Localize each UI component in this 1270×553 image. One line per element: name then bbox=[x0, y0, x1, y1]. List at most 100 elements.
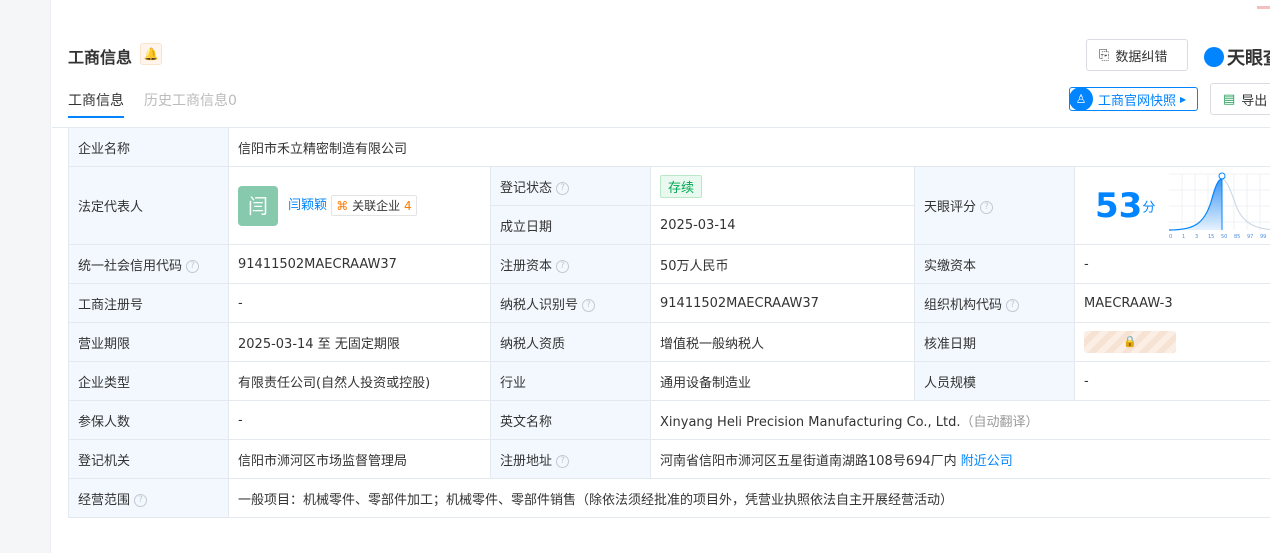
avatar[interactable]: 闫 bbox=[238, 185, 278, 226]
org-code-label-text: 组织机构代码 bbox=[924, 297, 1003, 313]
stamp-icon: ♙ bbox=[1069, 87, 1093, 111]
reg-capital-value: 50万人民币 bbox=[650, 244, 915, 284]
left-sidebar bbox=[0, 0, 51, 553]
help-icon[interactable]: ? bbox=[980, 201, 994, 214]
reg-capital-label: 注册资本? bbox=[490, 244, 651, 284]
legal-rep-label: 法定代表人 bbox=[68, 166, 229, 245]
score-unit: 分 bbox=[1142, 200, 1156, 215]
approval-date-cell: 🔒 bbox=[1073, 322, 1270, 362]
term-label: 营业期限 bbox=[68, 322, 229, 362]
legal-rep-link[interactable]: 闫颖颖 bbox=[288, 198, 327, 213]
org-code-value: MAECRAAW-3 bbox=[1073, 283, 1270, 323]
logo-text: 天眼查 bbox=[1227, 48, 1270, 69]
data-correction-label: 数据纠错 bbox=[1115, 49, 1168, 65]
score-value: 53 bbox=[1095, 185, 1143, 226]
score-distribution-chart: 0131550859799100 bbox=[1169, 172, 1270, 240]
scope-label-text: 经营范围 bbox=[78, 492, 131, 508]
en-name-value: Xinyang Heli Precision Manufacturing Co.… bbox=[660, 414, 961, 430]
help-icon[interactable]: ? bbox=[556, 259, 570, 273]
nearby-companies-link[interactable]: 附近公司 bbox=[961, 454, 1013, 469]
founded-label: 成立日期 bbox=[490, 205, 651, 245]
type-label: 企业类型 bbox=[68, 361, 229, 401]
credit-code-value: 91411502MAECRAAW37 bbox=[228, 244, 491, 284]
industry-label: 行业 bbox=[490, 361, 651, 401]
bell-icon[interactable]: 🔔 bbox=[140, 43, 162, 65]
credit-code-label: 统一社会信用代码? bbox=[68, 244, 229, 284]
network-icon: ⌘ bbox=[336, 199, 349, 213]
reg-status-label-text: 登记状态 bbox=[500, 180, 553, 196]
table-row: 企业类型 有限责任公司(自然人投资或控股) 行业 通用设备制造业 人员规模 - bbox=[68, 361, 1270, 401]
scope-label: 经营范围? bbox=[68, 478, 229, 518]
score-tick-label: 97 bbox=[1247, 234, 1253, 240]
status-badge: 存续 bbox=[660, 174, 703, 198]
corner-mark bbox=[1257, 6, 1270, 9]
industry-value: 通用设备制造业 bbox=[650, 361, 915, 401]
type-value: 有限责任公司(自然人投资或控股) bbox=[228, 361, 491, 401]
help-icon[interactable]: ? bbox=[582, 298, 596, 312]
export-button[interactable]: ▤ 导出 bbox=[1210, 83, 1270, 115]
term-value: 2025-03-14 至 无固定期限 bbox=[228, 322, 491, 362]
address-label: 注册地址? bbox=[490, 439, 651, 479]
table-row: 登记机关 信阳市浉河区市场监督管理局 注册地址? 河南省信阳市浉河区五星街道南湖… bbox=[68, 439, 1270, 479]
score-tick-label: 15 bbox=[1208, 234, 1214, 240]
score-tick-label: 1 bbox=[1182, 234, 1185, 240]
taxpayer-qual-label: 纳税人资质 bbox=[490, 322, 651, 362]
score-ticks: 0131550859799100 bbox=[1169, 234, 1266, 240]
help-icon[interactable]: ? bbox=[134, 493, 148, 507]
help-icon[interactable]: ? bbox=[556, 454, 570, 468]
table-row: 营业期限 2025-03-14 至 无固定期限 纳税人资质 增值税一般纳税人 核… bbox=[68, 322, 1270, 362]
related-count: 4 bbox=[403, 199, 412, 213]
staff-label: 人员规模 bbox=[914, 361, 1075, 401]
table-row: 企业名称 信阳市禾立精密制造有限公司 bbox=[68, 127, 1270, 167]
reg-capital-label-text: 注册资本 bbox=[500, 258, 553, 274]
legal-rep-cell: 闫 闫颖颖 ⌘ 关联企业 4 bbox=[228, 166, 491, 245]
help-icon[interactable]: ? bbox=[556, 181, 570, 195]
document-icon: ⎘ bbox=[1099, 47, 1110, 63]
data-correction-button[interactable]: ⎘ 数据纠错 bbox=[1086, 39, 1188, 71]
score-cell[interactable]: 53分 0131550859799100 bbox=[1073, 166, 1270, 245]
score-tick-label: 50 bbox=[1221, 234, 1227, 240]
taxpayer-id-value: 91411502MAECRAAW37 bbox=[650, 283, 915, 323]
paid-capital-value: - bbox=[1073, 244, 1270, 284]
help-icon[interactable]: ? bbox=[186, 259, 200, 273]
address-value: 河南省信阳市浉河区五星街道南湖路108号694厂内 bbox=[660, 453, 957, 469]
en-name-cell: Xinyang Heli Precision Manufacturing Co.… bbox=[649, 400, 1270, 440]
score-tick-label: 85 bbox=[1234, 234, 1240, 240]
reg-status-cell: 存续 bbox=[650, 166, 915, 206]
table-row: 工商注册号 - 纳税人识别号? 91411502MAECRAAW37 组织机构代… bbox=[68, 283, 1270, 323]
official-snapshot-button[interactable]: ♙ 工商官网快照 ▶ bbox=[1069, 87, 1198, 111]
company-name-label: 企业名称 bbox=[68, 127, 229, 167]
score-tick-label: 99 bbox=[1260, 234, 1266, 240]
score-tick-label: 3 bbox=[1195, 234, 1198, 240]
address-cell: 河南省信阳市浉河区五星街道南湖路108号694厂内 附近公司 bbox=[649, 439, 1270, 479]
scope-value: 一般项目：机械零件、零部件加工；机械零件、零部件销售（除依法须经批准的项目外，凭… bbox=[227, 478, 1270, 518]
taxpayer-qual-value: 增值税一般纳税人 bbox=[650, 322, 915, 362]
reg-no-label: 工商注册号 bbox=[68, 283, 229, 323]
approval-date-label: 核准日期 bbox=[914, 322, 1075, 362]
address-label-text: 注册地址 bbox=[500, 453, 553, 469]
lock-icon[interactable]: 🔒 bbox=[1084, 331, 1176, 353]
excel-icon: ▤ bbox=[1223, 91, 1236, 107]
snapshot-label: 工商官网快照 bbox=[1098, 93, 1177, 109]
table-row: 参保人数 - 英文名称 Xinyang Heli Precision Manuf… bbox=[68, 400, 1270, 440]
score-label-text: 天眼评分 bbox=[924, 200, 977, 215]
reg-status-label: 登记状态? bbox=[490, 166, 651, 206]
tianyancha-logo: 天眼查 bbox=[1204, 44, 1270, 70]
staff-value: - bbox=[1073, 361, 1270, 401]
insured-value: - bbox=[228, 400, 491, 440]
related-label: 关联企业 bbox=[352, 199, 401, 213]
tab-history-info[interactable]: 历史工商信息0 bbox=[144, 90, 237, 110]
business-info-table: 企业名称 信阳市禾立精密制造有限公司 法定代表人 闫 闫颖颖 ⌘ 关联企业 4 … bbox=[68, 127, 1270, 518]
taxpayer-id-label: 纳税人识别号? bbox=[490, 283, 651, 323]
help-icon[interactable]: ? bbox=[1006, 298, 1020, 312]
related-companies-button[interactable]: ⌘ 关联企业 4 bbox=[331, 195, 417, 216]
company-name-value: 信阳市禾立精密制造有限公司 bbox=[227, 127, 1270, 167]
caret-right-icon: ▶ bbox=[1180, 94, 1187, 104]
score-label: 天眼评分? bbox=[914, 166, 1075, 245]
table-row: 统一社会信用代码? 91411502MAECRAAW37 注册资本? 50万人民… bbox=[68, 244, 1270, 284]
paid-capital-label: 实缴资本 bbox=[914, 244, 1075, 284]
org-code-label: 组织机构代码? bbox=[914, 283, 1075, 323]
authority-value: 信阳市浉河区市场监督管理局 bbox=[228, 439, 491, 479]
tab-business-info[interactable]: 工商信息 bbox=[68, 90, 124, 118]
table-row: 法定代表人 闫 闫颖颖 ⌘ 关联企业 4 登记状态? 存续 天眼评分? 53分 … bbox=[68, 166, 1270, 245]
